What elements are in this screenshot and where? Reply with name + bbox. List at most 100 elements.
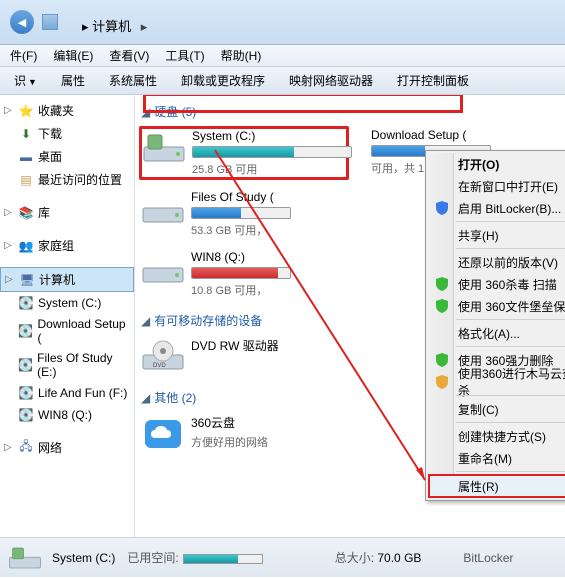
menu-tools[interactable]: 工具(T) xyxy=(157,45,212,66)
nav-back-button[interactable]: ◀ xyxy=(10,10,34,34)
drive-tile-e[interactable]: Files Of Study ( 53.3 GB 可用， xyxy=(139,188,289,240)
computer-label[interactable]: 计算机 xyxy=(39,271,75,288)
context-menu-item[interactable]: 还原以前的版本(V) xyxy=(428,251,565,273)
shield-blue-icon xyxy=(434,200,450,216)
drive-stat: 25.8 GB 可用 xyxy=(192,161,352,177)
context-menu-item-label: 在新窗口中打开(E) xyxy=(458,178,558,195)
context-menu-item[interactable]: 格式化(A)... xyxy=(428,322,565,344)
status-used-label: 已用空间: xyxy=(127,551,178,565)
sidebar-item-recent[interactable]: ▤ 最近访问的位置 xyxy=(0,168,134,191)
drive-name: DVD RW 驱动器 xyxy=(191,337,287,354)
favorites-label[interactable]: 收藏夹 xyxy=(38,102,74,119)
collapse-icon[interactable]: ◢ xyxy=(141,391,150,405)
drive-tile-c[interactable]: System (C:) 25.8 GB 可用 xyxy=(139,126,349,180)
status-total-label: 总大小: xyxy=(335,551,374,565)
sidebar-item-drive-c[interactable]: 💽 System (C:) xyxy=(0,292,134,314)
network-icon: 🖧 xyxy=(18,440,34,456)
status-bar: System (C:) 已用空间: 总大小: 70.0 GB BitLocker xyxy=(0,537,565,577)
context-menu-item[interactable]: 在新窗口中打开(E) xyxy=(428,175,565,197)
sidebar-item-downloads[interactable]: ⬇ 下载 xyxy=(0,122,134,145)
context-menu-item[interactable]: 共享(H)▸ xyxy=(428,224,565,246)
address-icons xyxy=(42,14,58,30)
context-menu-item-label: 使用360进行木马云查杀 xyxy=(458,365,565,399)
context-menu-item-label: 使用 360杀毒 扫描 xyxy=(458,276,557,293)
sidebar-item-label: Files Of Study (E:) xyxy=(37,351,130,379)
toolbar-map-drive[interactable]: 映射网络驱动器 xyxy=(277,69,385,92)
category-label: 有可移动存储的设备 xyxy=(154,312,262,329)
drive-capacity-bar xyxy=(191,207,291,219)
context-menu-item[interactable]: 复制(C) xyxy=(428,398,565,420)
toolbar-control-panel[interactable]: 打开控制面板 xyxy=(385,69,481,92)
context-menu-item-label: 使用 360文件堡垒保护 xyxy=(458,298,565,315)
sidebar-network: ▷ 🖧 网络 xyxy=(0,436,134,459)
sidebar-computer: ▷ 🖥 计算机 💽 System (C:) 💽 Download Setup (… xyxy=(0,267,134,426)
desktop-icon: ▬ xyxy=(18,149,34,165)
sidebar-item-drive-e[interactable]: 💽 Files Of Study (E:) xyxy=(0,348,134,382)
drive-icon: 💽 xyxy=(18,323,34,339)
status-total-value: 70.0 GB xyxy=(377,551,421,565)
homegroup-label[interactable]: 家庭组 xyxy=(38,237,74,254)
sidebar-item-desktop[interactable]: ▬ 桌面 xyxy=(0,145,134,168)
sidebar-item-label: 下载 xyxy=(38,125,62,142)
sidebar-item-drive-q[interactable]: 💽 WIN8 (Q:) xyxy=(0,404,134,426)
drive-tile-dvd[interactable]: DVD DVD RW 驱动器 xyxy=(139,335,289,377)
context-menu-item[interactable]: 使用 360杀毒 扫描 xyxy=(428,273,565,295)
category-label: 其他 (2) xyxy=(154,389,196,406)
sidebar-item-drive-d[interactable]: 💽 Download Setup ( xyxy=(0,314,134,348)
navigation-pane: ▷ ⭐ 收藏夹 ⬇ 下载 ▬ 桌面 ▤ 最近访问的位置 ▷ 📚 库 xyxy=(0,95,135,537)
shield-green-icon xyxy=(434,276,450,292)
breadcrumb-arrow: ▸ xyxy=(82,19,89,34)
context-menu-item[interactable]: 使用 360文件堡垒保护 xyxy=(428,295,565,317)
drive-capacity-bar xyxy=(192,146,352,158)
context-menu-item-label: 创建快捷方式(S) xyxy=(458,428,546,445)
sidebar-item-label: 桌面 xyxy=(38,148,62,165)
collapse-icon[interactable]: ◢ xyxy=(141,314,150,328)
homegroup-icon: 👥 xyxy=(18,238,34,254)
svg-text:DVD: DVD xyxy=(153,363,166,369)
toolbar-uninstall[interactable]: 卸载或更改程序 xyxy=(169,69,277,92)
context-menu-item[interactable]: 重命名(M) xyxy=(428,447,565,469)
collapse-icon[interactable]: ▷ xyxy=(4,207,14,218)
collapse-icon[interactable]: ▷ xyxy=(4,105,14,116)
menu-view[interactable]: 查看(V) xyxy=(101,45,157,66)
breadcrumb-arrow-2[interactable]: ▸ xyxy=(141,19,148,34)
drive-icon: 💽 xyxy=(18,407,34,423)
drive-stat: 10.8 GB 可用， xyxy=(191,282,291,298)
collapse-icon[interactable]: ▷ xyxy=(5,274,15,285)
sidebar-item-label: Download Setup ( xyxy=(38,317,130,345)
context-menu-item[interactable]: 创建快捷方式(S) xyxy=(428,425,565,447)
drive-icon: 💽 xyxy=(18,357,33,373)
annotation-box-1 xyxy=(143,95,463,113)
status-drive-name: System (C:) xyxy=(52,551,115,565)
status-capacity-bar xyxy=(183,554,263,564)
collapse-icon[interactable]: ▷ xyxy=(4,240,14,251)
context-menu-item[interactable]: 属性(R) xyxy=(428,474,565,498)
drive-tile-cloud[interactable]: 360云盘 方便好用的网络 xyxy=(139,412,289,454)
breadcrumb[interactable]: ▸ 计算机 ▸ xyxy=(82,16,147,35)
context-menu-item-label: 属性(R) xyxy=(458,478,499,495)
collapse-icon[interactable]: ▷ xyxy=(4,442,14,453)
menu-help[interactable]: 帮助(H) xyxy=(213,45,270,66)
drive-icon xyxy=(141,250,185,288)
address-bar: ◀ ▸ 计算机 ▸ xyxy=(0,0,565,45)
toolbar-system-properties[interactable]: 系统属性 xyxy=(97,69,169,92)
context-menu-item[interactable]: 启用 BitLocker(B)... xyxy=(428,197,565,219)
library-icon: 📚 xyxy=(18,205,34,221)
content-pane: ◢ 硬盘 (5) System (C:) 25.8 GB 可用 Download… xyxy=(135,95,565,537)
sidebar-item-drive-f[interactable]: 💽 Life And Fun (F:) xyxy=(0,382,134,404)
context-menu-item[interactable]: 使用360进行木马云查杀 xyxy=(428,371,565,393)
menu-file[interactable]: 件(F) xyxy=(2,45,45,66)
toolbar-organize[interactable]: 识▼ xyxy=(2,69,49,92)
dvd-icon: DVD xyxy=(141,337,185,375)
context-menu-item-label: 还原以前的版本(V) xyxy=(458,254,558,271)
breadcrumb-computer[interactable]: 计算机 xyxy=(92,19,131,34)
drive-tile-q[interactable]: WIN8 (Q:) 10.8 GB 可用， xyxy=(139,248,289,300)
drive-icon xyxy=(142,129,186,167)
toolbar-properties[interactable]: 属性 xyxy=(49,69,97,92)
network-label[interactable]: 网络 xyxy=(38,439,62,456)
context-menu-item[interactable]: 打开(O) xyxy=(428,153,565,175)
libraries-label[interactable]: 库 xyxy=(38,204,50,221)
menu-edit[interactable]: 编辑(E) xyxy=(45,45,101,66)
context-menu: 打开(O) 在新窗口中打开(E) 启用 BitLocker(B)... 共享(H)▸ 还… xyxy=(425,150,565,501)
context-menu-separator xyxy=(456,346,565,347)
